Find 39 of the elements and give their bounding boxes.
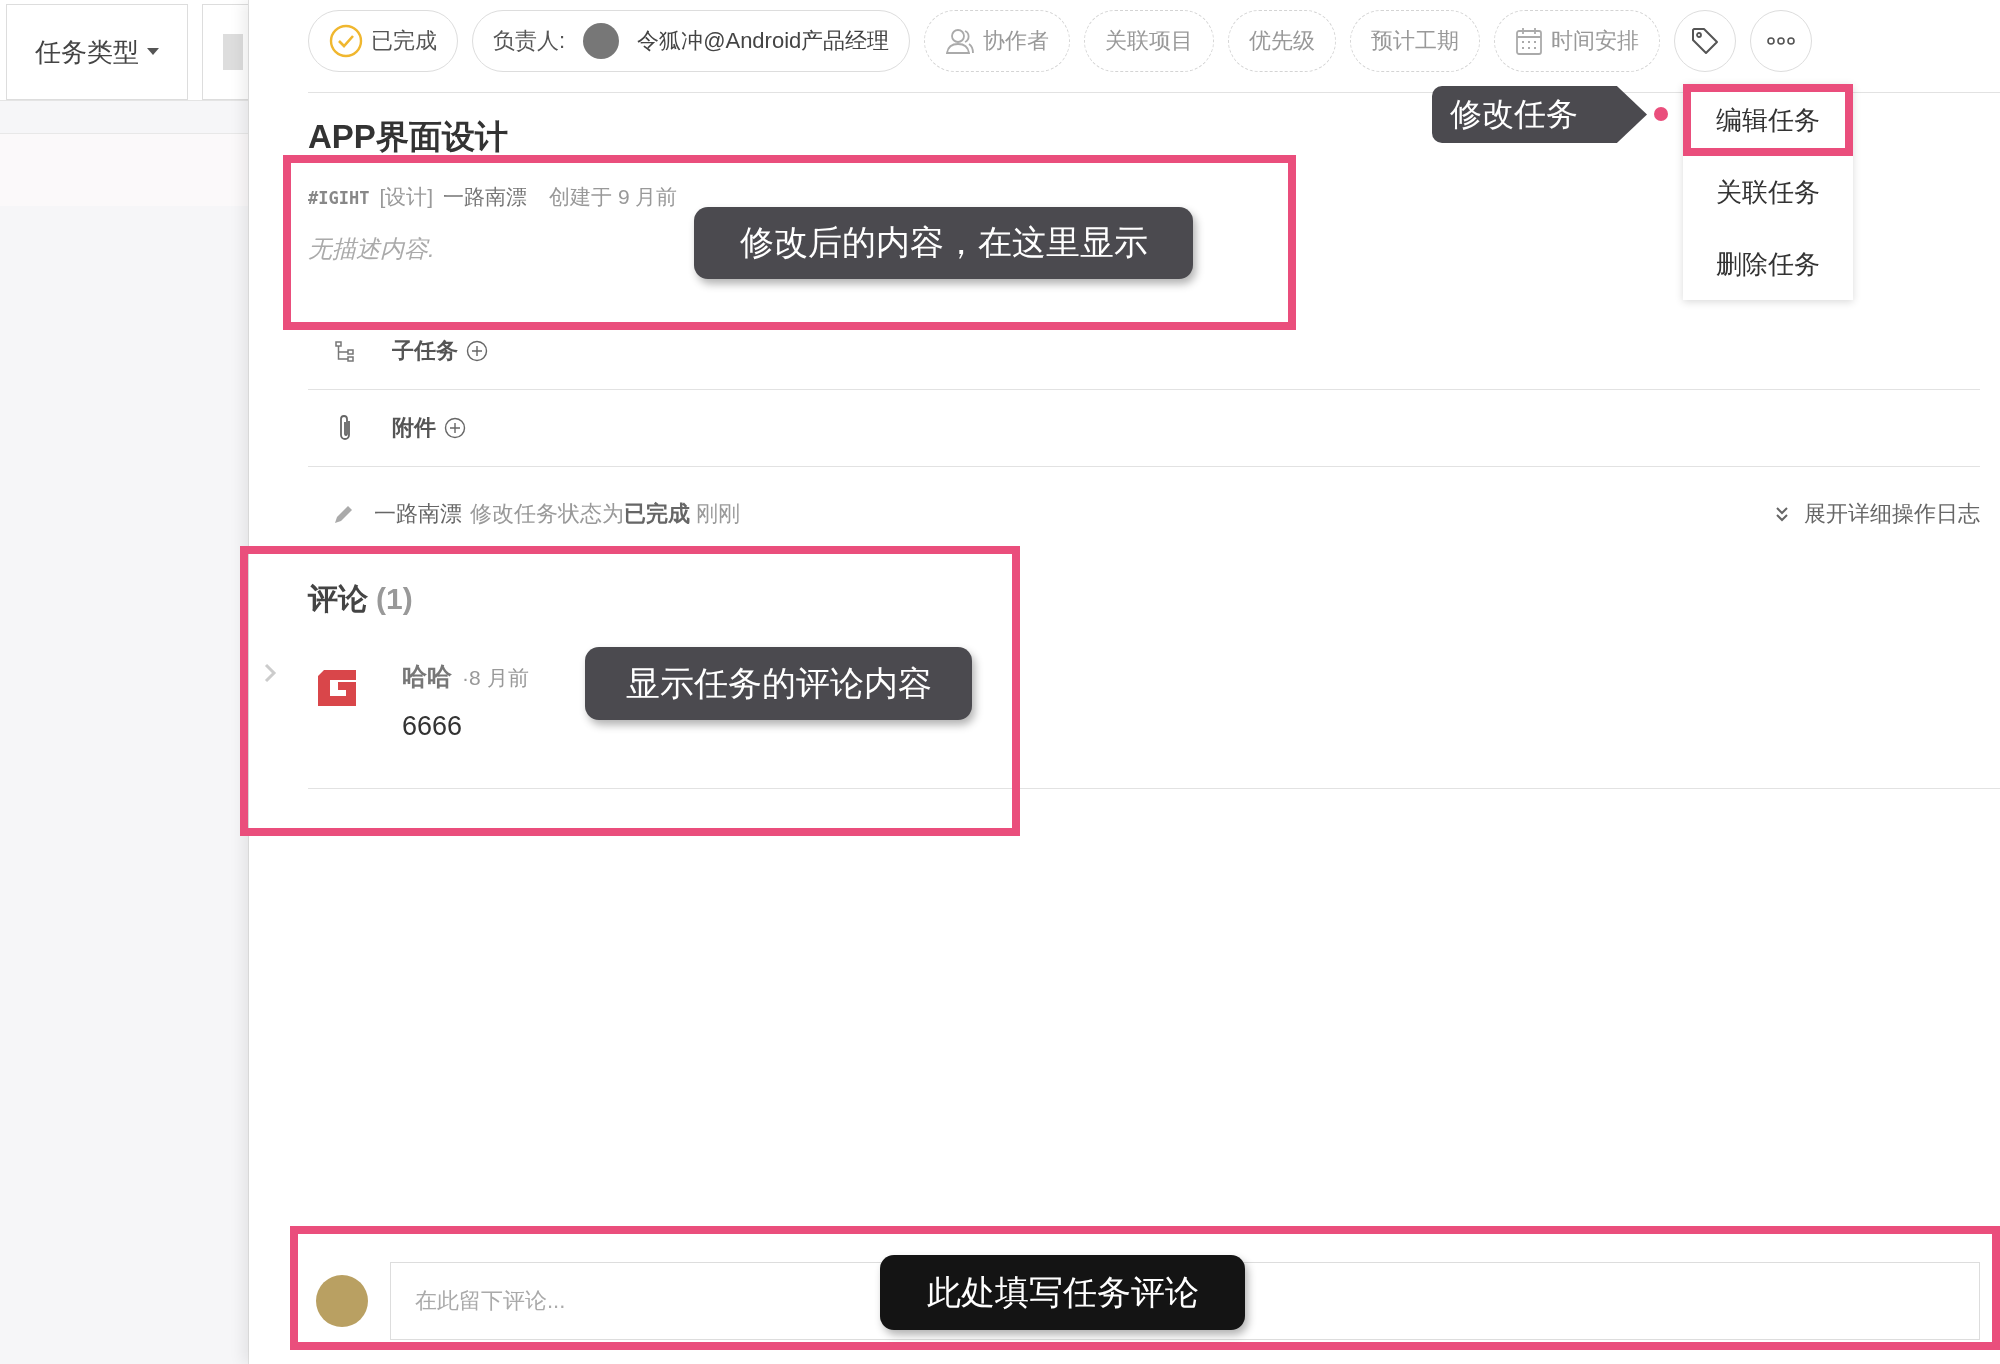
- avatar: [583, 23, 620, 59]
- add-icon[interactable]: [444, 417, 466, 439]
- section-label: 子任务: [392, 337, 458, 365]
- task-id: #IGIHT: [308, 188, 370, 208]
- logo-icon: [316, 668, 358, 708]
- menu-item[interactable]: 删除任务: [1683, 228, 1853, 300]
- comment-author: 哈哈: [402, 661, 452, 692]
- tag-icon: [1690, 26, 1721, 56]
- menu-item[interactable]: 关联任务: [1683, 156, 1853, 228]
- activity-actor: 一路南漂: [374, 500, 462, 528]
- calendar-icon: [1515, 26, 1544, 56]
- task-type-dropdown[interactable]: 任务类型: [6, 4, 188, 100]
- comment-time: ·8 月前: [462, 665, 529, 691]
- comments-heading: 评论: [308, 581, 368, 617]
- caret-icon: [147, 48, 159, 56]
- task-title: APP界面设计: [308, 117, 508, 157]
- annotation-callout: 显示任务的评论内容: [585, 647, 972, 720]
- task-tag: [设计]: [379, 183, 434, 211]
- user-avatar: [316, 1275, 368, 1327]
- annotation-callout: 修改任务: [1432, 86, 1647, 143]
- section-label: 附件: [392, 414, 436, 442]
- menu-item[interactable]: 编辑任务: [1683, 84, 1853, 156]
- created-time: 创建于 9 月前: [549, 184, 678, 210]
- task-description: 无描述内容.: [308, 234, 435, 264]
- assignee-button[interactable]: 负责人: 令狐冲@Android产品经理: [472, 10, 911, 72]
- more-icon: [1766, 36, 1797, 46]
- creator-name: 一路南漂: [443, 184, 528, 210]
- annotation-callout: 此处填写任务评论: [880, 1255, 1245, 1330]
- pointer-dot: [1654, 107, 1668, 121]
- add-icon[interactable]: [466, 340, 488, 362]
- comment-text: 6666: [402, 711, 464, 742]
- activity-message: 修改任务状态为已完成 刚刚: [470, 500, 741, 528]
- status-button[interactable]: 已完成: [308, 10, 458, 72]
- comments-count: (1): [376, 582, 413, 616]
- person-icon: [945, 26, 976, 56]
- expand-log-link[interactable]: 展开详细操作日志: [1774, 499, 1980, 529]
- annotation-callout: 修改后的内容，在这里显示: [694, 207, 1193, 279]
- double-chevron-icon: [1774, 505, 1790, 523]
- subtask-tree-icon: [334, 340, 356, 362]
